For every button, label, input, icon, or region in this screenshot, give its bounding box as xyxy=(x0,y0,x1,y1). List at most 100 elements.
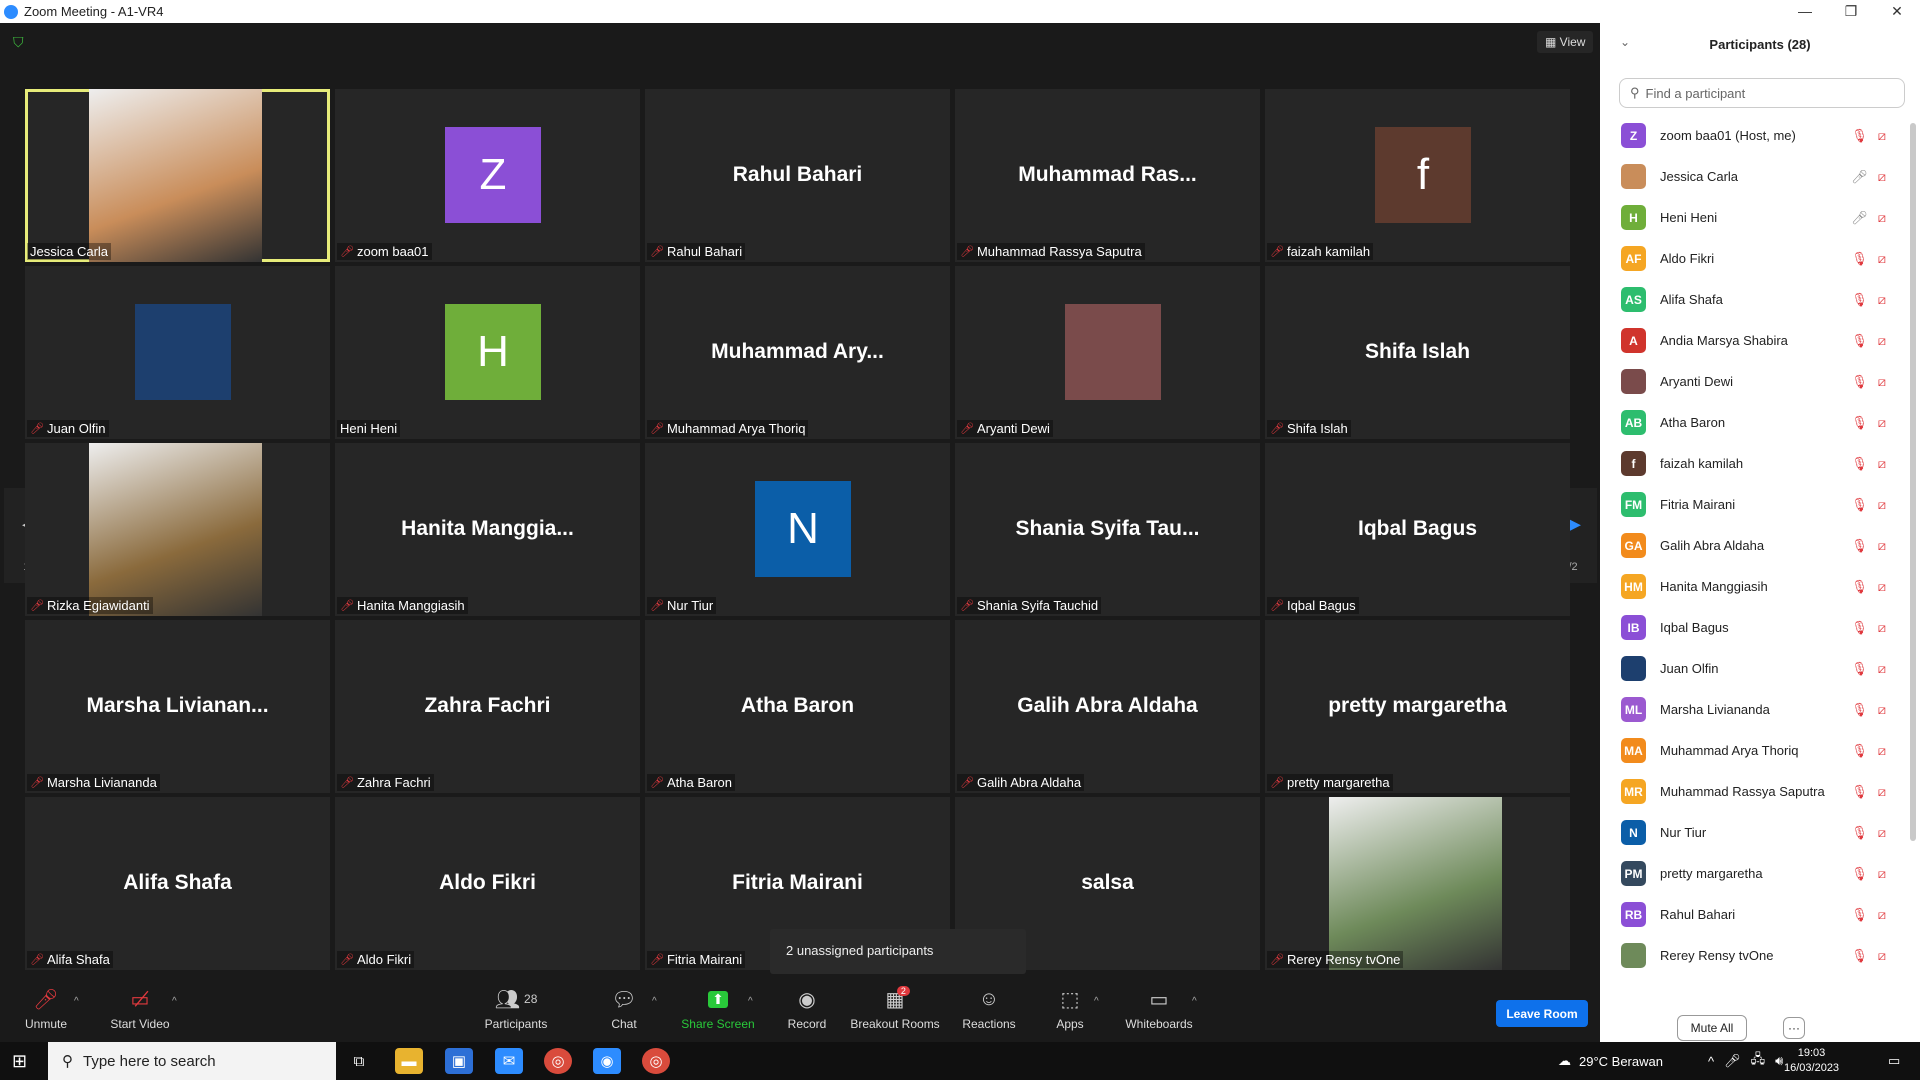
network-icon[interactable]: 🖧 xyxy=(1751,1050,1766,1072)
mic-muted-icon[interactable]: 🎙︎ xyxy=(1851,907,1868,923)
share-screen-button[interactable]: ⬆ Share Screen xyxy=(680,982,756,1042)
share-options-caret-icon[interactable]: ^ xyxy=(748,996,753,1007)
participant-row[interactable]: Aryanti Dewi 🎙︎ ⧄ xyxy=(1600,361,1920,402)
mic-muted-icon[interactable]: 🎙︎ xyxy=(1851,784,1868,800)
mail-icon[interactable]: ✉ xyxy=(495,1048,523,1074)
zoom-taskbar-icon[interactable]: ◉ xyxy=(593,1048,621,1074)
mic-muted-icon[interactable]: 🎙︎ xyxy=(1851,661,1868,677)
video-tile[interactable]: Alifa Shafa 🎤︎ Alifa Shafa xyxy=(25,797,330,970)
whiteboards-options-caret-icon[interactable]: ^ xyxy=(1192,996,1197,1007)
participant-row[interactable]: N Nur Tiur 🎙︎ ⧄ xyxy=(1600,812,1920,853)
tray-expand-icon[interactable]: ^ xyxy=(1708,1054,1714,1069)
video-tile[interactable]: Hanita Manggia... 🎤︎ Hanita Manggiasih xyxy=(335,443,640,616)
chat-options-caret-icon[interactable]: ^ xyxy=(652,996,657,1007)
participant-row[interactable]: AF Aldo Fikri 🎙︎ ⧄ xyxy=(1600,238,1920,279)
video-tile[interactable]: Iqbal Bagus 🎤︎ Iqbal Bagus xyxy=(1265,443,1570,616)
video-tile[interactable]: 🎤︎ Rizka Egiawidanti xyxy=(25,443,330,616)
file-explorer-icon[interactable]: ▬ xyxy=(395,1048,423,1074)
whiteboards-button[interactable]: ▭ Whiteboards xyxy=(1122,982,1196,1042)
video-tile[interactable]: N 🎤︎ Nur Tiur xyxy=(645,443,950,616)
participant-row[interactable]: MR Muhammad Rassya Saputra 🎙︎ ⧄ xyxy=(1600,771,1920,812)
mic-on-icon[interactable]: 🎤︎ xyxy=(1851,210,1868,226)
video-tile[interactable]: Galih Abra Aldaha 🎤︎ Galih Abra Aldaha xyxy=(955,620,1260,793)
mic-muted-icon[interactable]: 🎙︎ xyxy=(1851,825,1868,841)
participant-row[interactable]: AS Alifa Shafa 🎙︎ ⧄ xyxy=(1600,279,1920,320)
microsoft-store-icon[interactable]: ▣ xyxy=(445,1048,473,1074)
minimize-button[interactable]: — xyxy=(1782,0,1828,23)
weather-widget[interactable]: ☁ 29°C Berawan xyxy=(1558,1042,1663,1080)
participant-row[interactable]: f faizah kamilah 🎙︎ ⧄ xyxy=(1600,443,1920,484)
mic-muted-icon[interactable]: 🎙︎ xyxy=(1851,415,1868,431)
participant-row[interactable]: HM Hanita Manggiasih 🎙︎ ⧄ xyxy=(1600,566,1920,607)
mic-muted-icon[interactable]: 🎙︎ xyxy=(1851,497,1868,513)
participants-button[interactable]: 👥︎ 28 Participants xyxy=(476,982,556,1042)
microphone-tray-icon[interactable]: 🎤︎ xyxy=(1724,1053,1741,1069)
video-tile[interactable]: Aldo Fikri 🎤︎ Aldo Fikri xyxy=(335,797,640,970)
mic-muted-icon[interactable]: 🎙︎ xyxy=(1851,251,1868,267)
record-button[interactable]: ◉ Record xyxy=(782,982,832,1042)
mic-muted-icon[interactable]: 🎙︎ xyxy=(1851,743,1868,759)
volume-icon[interactable]: 🔊︎ xyxy=(1775,1053,1783,1069)
video-tile[interactable]: Marsha Livianan... 🎤︎ Marsha Livianandа xyxy=(25,620,330,793)
participant-row[interactable]: AB Atha Baron 🎙︎ ⧄ xyxy=(1600,402,1920,443)
participant-row[interactable]: Jessica Carla 🎤︎ ⧄ xyxy=(1600,156,1920,197)
video-tile[interactable]: Muhammad Ras... 🎤︎ Muhammad Rassya Saputra xyxy=(955,89,1260,262)
start-video-button[interactable]: ▭̸ Start Video xyxy=(104,982,176,1042)
mic-muted-icon[interactable]: 🎙︎ xyxy=(1851,333,1868,349)
video-tile[interactable]: Muhammad Ary... 🎤︎ Muhammad Arya Thoriq xyxy=(645,266,950,439)
video-options-caret-icon[interactable]: ^ xyxy=(172,996,177,1007)
mic-muted-icon[interactable]: 🎙︎ xyxy=(1851,948,1868,964)
participant-list-scrollbar[interactable] xyxy=(1910,123,1916,841)
mic-muted-icon[interactable]: 🎙︎ xyxy=(1851,128,1868,144)
participant-row[interactable]: Rerey Rensy tvOne 🎙︎ ⧄ xyxy=(1600,935,1920,976)
apps-options-caret-icon[interactable]: ^ xyxy=(1094,996,1099,1007)
mic-muted-icon[interactable]: 🎙︎ xyxy=(1851,292,1868,308)
video-tile[interactable]: Shifa Islah 🎤︎ Shifa Islah xyxy=(1265,266,1570,439)
chrome-icon[interactable]: ◎ xyxy=(544,1048,572,1074)
mic-muted-icon[interactable]: 🎙︎ xyxy=(1851,456,1868,472)
encryption-shield-icon[interactable]: ⛉ xyxy=(13,34,27,50)
video-tile[interactable]: H Heni Heni xyxy=(335,266,640,439)
unmute-button[interactable]: 🎤︎ Unmute xyxy=(18,982,74,1042)
notifications-icon[interactable]: ▭ xyxy=(1888,1042,1900,1080)
video-tile[interactable]: 🎤︎ Juan Olfin xyxy=(25,266,330,439)
task-view-icon[interactable]: ⧉ xyxy=(345,1048,373,1074)
participant-row[interactable]: MA Muhammad Arya Thoriq 🎙︎ ⧄ xyxy=(1600,730,1920,771)
taskbar-search-box[interactable]: ⚲ Type here to search xyxy=(48,1042,336,1080)
video-tile[interactable]: pretty margaretha 🎤︎ pretty margaretha xyxy=(1265,620,1570,793)
unassigned-participants-toast[interactable]: 2 unassigned participants xyxy=(770,929,1026,974)
video-tile[interactable]: f 🎤︎ faizah kamilah xyxy=(1265,89,1570,262)
mic-on-icon[interactable]: 🎤︎ xyxy=(1851,169,1868,185)
mic-muted-icon[interactable]: 🎙︎ xyxy=(1851,702,1868,718)
participant-row[interactable]: GA Galih Abra Aldaha 🎙︎ ⧄ xyxy=(1600,525,1920,566)
taskbar-clock[interactable]: 19:03 16/03/2023 xyxy=(1784,1046,1839,1076)
participant-row[interactable]: A Andia Marsya Shabira 🎙︎ ⧄ xyxy=(1600,320,1920,361)
mic-muted-icon[interactable]: 🎙︎ xyxy=(1851,866,1868,882)
apps-button[interactable]: ⬚ Apps xyxy=(1050,982,1090,1042)
close-button[interactable]: ✕ xyxy=(1874,0,1920,23)
mic-muted-icon[interactable]: 🎙︎ xyxy=(1851,579,1868,595)
participant-row[interactable]: Juan Olfin 🎙︎ ⧄ xyxy=(1600,648,1920,689)
video-tile[interactable]: Jessica Carla xyxy=(25,89,330,262)
video-tile[interactable]: Atha Baron 🎤︎ Atha Baron xyxy=(645,620,950,793)
mute-all-button[interactable]: Mute All xyxy=(1677,1015,1747,1041)
more-options-button[interactable]: ··· xyxy=(1783,1017,1805,1039)
participant-row[interactable]: PM pretty margaretha 🎙︎ ⧄ xyxy=(1600,853,1920,894)
video-tile[interactable]: 🎤︎ Aryanti Dewi xyxy=(955,266,1260,439)
participant-row[interactable]: IB Iqbal Bagus 🎙︎ ⧄ xyxy=(1600,607,1920,648)
video-tile[interactable]: 🎤︎ Rerey Rensy tvOne xyxy=(1265,797,1570,970)
participant-row[interactable]: RB Rahul Bahari 🎙︎ ⧄ xyxy=(1600,894,1920,935)
video-tile[interactable]: Shania Syifa Tau... 🎤︎ Shania Syifa Tauchi… xyxy=(955,443,1260,616)
chat-button[interactable]: 💬︎ Chat xyxy=(604,982,644,1042)
video-tile[interactable]: Rahul Bahari 🎤︎ Rahul Bahari xyxy=(645,89,950,262)
participant-row[interactable]: FM Fitria Mairani 🎙︎ ⧄ xyxy=(1600,484,1920,525)
mic-muted-icon[interactable]: 🎙︎ xyxy=(1851,374,1868,390)
mic-muted-icon[interactable]: 🎙︎ xyxy=(1851,620,1868,636)
reactions-button[interactable]: ☺ Reactions xyxy=(956,982,1022,1042)
windows-start-icon[interactable]: ⊞ xyxy=(12,1051,27,1072)
participant-row[interactable]: Zzoom baa01 (Host, me) 🎙︎ ⧄ xyxy=(1600,115,1920,156)
participant-row[interactable]: H Heni Heni 🎤︎ ⧄ xyxy=(1600,197,1920,238)
leave-room-button[interactable]: Leave Room xyxy=(1496,1000,1588,1027)
video-tile[interactable]: Zahra Fachri 🎤︎ Zahra Fachri xyxy=(335,620,640,793)
maximize-button[interactable]: ❐ xyxy=(1828,0,1874,23)
